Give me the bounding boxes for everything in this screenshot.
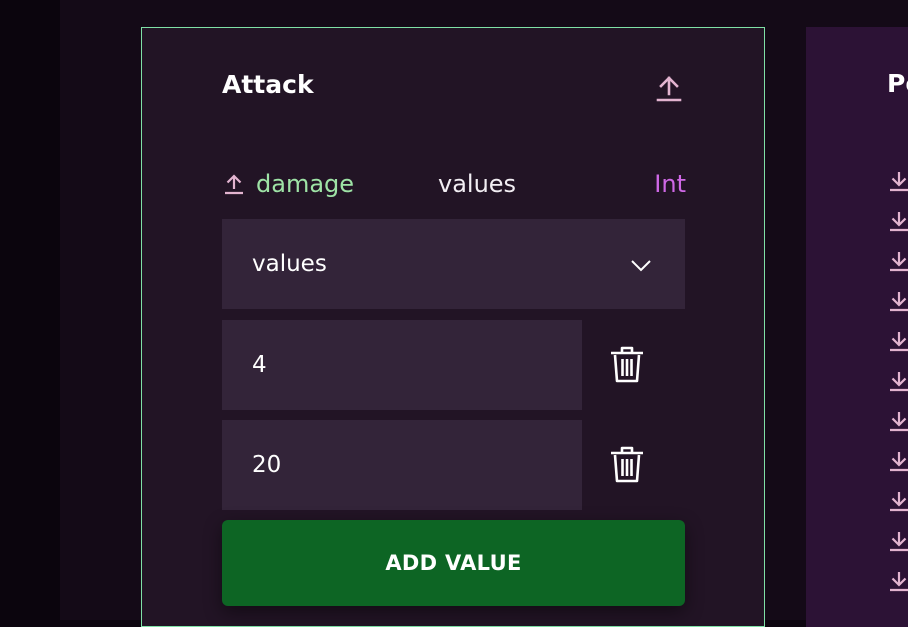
trash-icon xyxy=(611,346,643,383)
delete-value-button[interactable] xyxy=(607,345,647,385)
select-value: values xyxy=(252,251,327,277)
upload-arrow-icon xyxy=(656,76,682,102)
port-name: damage xyxy=(256,170,355,198)
download-arrow-icon[interactable] xyxy=(888,489,908,513)
node-card-partial[interactable]: Po xyxy=(806,27,908,627)
download-arrow-icon[interactable] xyxy=(888,249,908,273)
download-arrow-icon[interactable] xyxy=(888,169,908,193)
value-input[interactable] xyxy=(222,420,582,510)
download-arrow-icon[interactable] xyxy=(888,289,908,313)
export-output-button[interactable] xyxy=(652,71,686,105)
chevron-down-icon xyxy=(631,260,651,272)
delete-value-button[interactable] xyxy=(607,445,647,485)
download-arrow-icon[interactable] xyxy=(888,329,908,353)
value-input[interactable] xyxy=(222,320,582,410)
output-port-row[interactable]: damage values Int xyxy=(222,168,686,200)
download-arrow-icon[interactable] xyxy=(888,569,908,593)
add-value-button[interactable]: ADD VALUE xyxy=(222,520,685,606)
upload-arrow-icon[interactable] xyxy=(222,172,246,196)
download-arrow-icon[interactable] xyxy=(888,369,908,393)
port-type: Int xyxy=(654,170,686,198)
node-title: Attack xyxy=(222,70,314,99)
port-label: values xyxy=(438,170,517,198)
download-arrow-icon[interactable] xyxy=(888,529,908,553)
value-row xyxy=(222,320,685,410)
canvas-left-gutter xyxy=(0,0,60,620)
download-arrow-icon[interactable] xyxy=(888,449,908,473)
node-title: Po xyxy=(887,69,908,98)
download-arrow-icon[interactable] xyxy=(888,209,908,233)
trash-icon xyxy=(611,446,643,483)
node-card-attack[interactable]: Attack damage values Int values 4 20 ADD… xyxy=(141,27,765,627)
download-arrow-icon[interactable] xyxy=(888,409,908,433)
values-select[interactable]: values xyxy=(222,219,685,309)
value-row xyxy=(222,420,685,510)
